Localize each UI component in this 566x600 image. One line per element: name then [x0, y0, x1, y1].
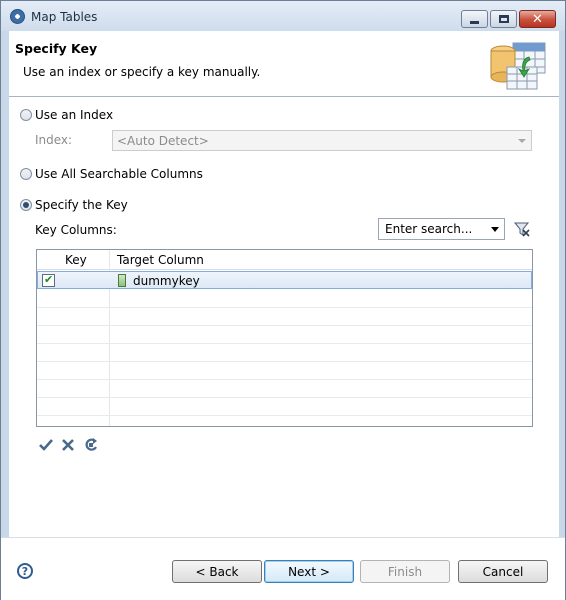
- use-index-radio[interactable]: [20, 109, 32, 121]
- header-target-column[interactable]: Target Column: [117, 253, 204, 267]
- key-columns-label: Key Columns:: [35, 223, 117, 237]
- search-combo-value: Enter search...: [385, 222, 473, 236]
- checkmark-icon: ✔: [44, 273, 54, 286]
- close-icon: ✕: [532, 11, 543, 27]
- index-label: Index:: [35, 133, 73, 147]
- back-button[interactable]: < Back: [172, 560, 262, 583]
- chevron-down-icon: [491, 227, 499, 232]
- maximize-button[interactable]: [490, 10, 517, 28]
- close-button[interactable]: ✕: [519, 10, 556, 28]
- table-row[interactable]: ✔ dummykey: [37, 271, 532, 289]
- cancel-button[interactable]: Cancel: [458, 560, 548, 583]
- table-row-empty: [37, 326, 532, 344]
- key-checkbox[interactable]: ✔: [42, 273, 55, 287]
- finish-button: Finish: [360, 560, 450, 583]
- use-index-label[interactable]: Use an Index: [35, 108, 113, 122]
- specify-key-label[interactable]: Specify the Key: [35, 198, 128, 212]
- table-row-empty: [37, 398, 532, 416]
- minimize-button[interactable]: [461, 10, 488, 28]
- wizard-header: Specify Key Use an index or specify a ke…: [9, 31, 559, 97]
- column-icon: [118, 274, 126, 287]
- x-icon[interactable]: [60, 437, 76, 453]
- table-row-empty: [37, 308, 532, 326]
- table-row-empty: [37, 380, 532, 398]
- table-row-empty: [37, 344, 532, 362]
- map-tables-wizard-icon: [490, 42, 546, 90]
- table-row-empty: [37, 290, 532, 308]
- header-key[interactable]: Key: [65, 253, 87, 267]
- target-column-cell: dummykey: [133, 274, 200, 288]
- refresh-icon[interactable]: [83, 437, 99, 453]
- index-combo-value: <Auto Detect>: [117, 134, 209, 148]
- title-bar[interactable]: Map Tables ✕: [1, 1, 565, 31]
- app-icon: [10, 9, 25, 24]
- table-header: Key Target Column: [37, 250, 532, 270]
- wizard-footer: ? < Back Next > Finish Cancel: [1, 537, 565, 600]
- clear-filter-icon[interactable]: [514, 221, 530, 237]
- table-row-empty: [37, 362, 532, 380]
- key-columns-table: Key Target Column ✔ dummykey: [36, 249, 533, 427]
- minimize-icon: [470, 20, 479, 24]
- check-icon[interactable]: [38, 437, 54, 453]
- maximize-icon: [498, 15, 509, 23]
- next-button[interactable]: Next >: [264, 560, 354, 583]
- specify-key-radio[interactable]: [20, 199, 32, 211]
- wizard-content: Use an Index Index: <Auto Detect> Use Al…: [9, 97, 559, 537]
- map-tables-dialog: Map Tables ✕ Specify Key Use an index or…: [0, 0, 566, 600]
- use-all-searchable-radio[interactable]: [20, 168, 32, 180]
- table-row-empty: [37, 416, 532, 426]
- index-combo: <Auto Detect>: [112, 130, 532, 151]
- column-search-combo[interactable]: Enter search...: [378, 218, 505, 240]
- use-all-searchable-label[interactable]: Use All Searchable Columns: [35, 167, 203, 181]
- chevron-down-icon: [518, 139, 526, 143]
- page-title: Specify Key: [15, 41, 98, 56]
- page-description: Use an index or specify a key manually.: [23, 65, 261, 79]
- window-title: Map Tables: [31, 10, 98, 24]
- help-icon[interactable]: ?: [17, 563, 33, 579]
